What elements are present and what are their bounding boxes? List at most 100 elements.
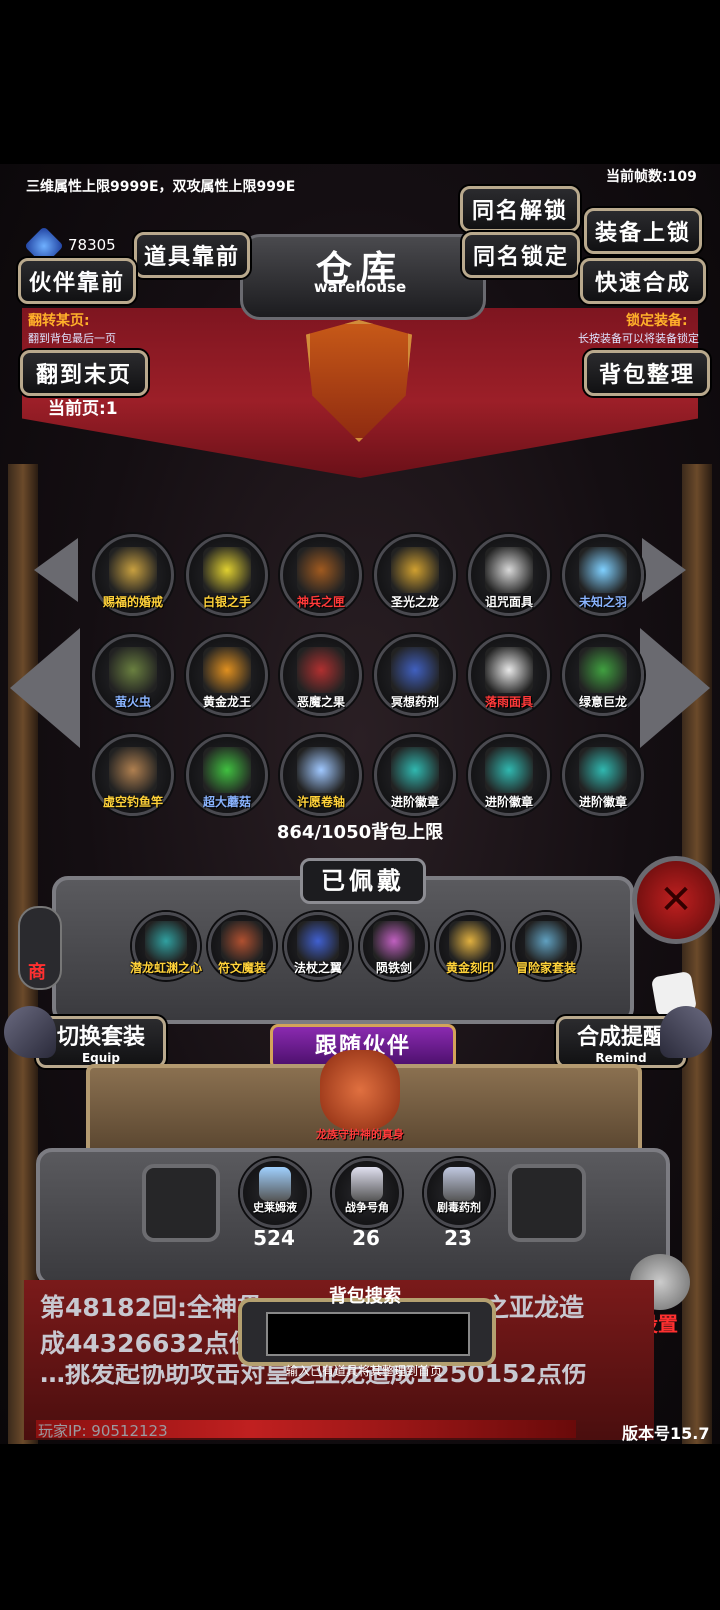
consumable-count: 26 (352, 1226, 380, 1250)
fps-text: 当前帧数:109 (606, 169, 697, 185)
equip-lock-button[interactable]: 装备上锁 (584, 208, 702, 254)
inventory-item[interactable]: 白银之手 (186, 534, 268, 616)
star-badge-icon (391, 747, 439, 793)
scroll-icon (297, 747, 345, 793)
inventory-item-label: 圣光之龙 (390, 595, 439, 609)
player-ip: 玩家IP: 90512123 (38, 1422, 168, 1440)
search-title: 背包搜索 (329, 1286, 401, 1307)
consumable-label: 剧毒药剂 (437, 1201, 481, 1214)
inventory-item-label: 白银之手 (202, 595, 251, 609)
inventory-item[interactable]: 冥想药剂 (374, 634, 456, 716)
inventory-item-label: 许愿卷轴 (296, 795, 345, 809)
poison-bottle-icon (443, 1167, 475, 1201)
inventory-item[interactable]: 赐福的婚戒 (92, 534, 174, 616)
inventory-item[interactable]: 虚空钓鱼竿 (92, 734, 174, 816)
consumable-count: 524 (253, 1226, 295, 1250)
white-mask-icon (485, 647, 533, 693)
dragon-icon (391, 547, 439, 593)
inventory-item-label: 进阶徽章 (390, 795, 439, 809)
partner-front-button[interactable]: 伙伴靠前 (18, 258, 136, 304)
staff-icon (297, 921, 339, 961)
right-frame (682, 464, 712, 1444)
inventory-item-label: 冥想药剂 (390, 695, 439, 709)
inventory-item[interactable]: 超大蘑菇 (186, 734, 268, 816)
inventory-item[interactable]: 圣光之龙 (374, 534, 456, 616)
combine-remind-label: 合成提醒 (576, 1025, 665, 1050)
inventory-item-label: 绿意巨龙 (578, 695, 627, 709)
star-badge-icon (579, 747, 627, 793)
inventory-item-label: 落雨面具 (484, 695, 533, 709)
consumable-slot[interactable]: 战争号角 (332, 1158, 402, 1228)
partner-dragon-icon[interactable] (320, 1050, 400, 1130)
consumable-slot[interactable]: 剧毒药剂 (424, 1158, 494, 1228)
fruit-icon (297, 647, 345, 693)
equipped-item[interactable]: 冒险家套装 (512, 912, 580, 980)
inventory-item[interactable]: 未知之羽 (562, 534, 644, 616)
current-page: 当前页:1 (48, 399, 118, 419)
star-badge-icon (485, 747, 533, 793)
search-input[interactable] (266, 1312, 470, 1356)
consumable-label: 史莱姆液 (253, 1201, 297, 1214)
helmet-left-icon (4, 1006, 56, 1058)
equipped-item[interactable]: 潜龙虹渊之心 (130, 912, 202, 980)
same-name-lock-button[interactable]: 同名锁定 (462, 232, 580, 278)
equipped-item[interactable]: 陨铁剑 (360, 912, 428, 980)
empty-slot-left[interactable] (142, 1164, 220, 1242)
inventory-item[interactable]: 许愿卷轴 (280, 734, 362, 816)
inventory-item-label: 进阶徽章 (484, 795, 533, 809)
inventory-item[interactable]: 进阶徽章 (374, 734, 456, 816)
potion-icon (391, 647, 439, 693)
inventory-item-label: 虚空钓鱼竿 (102, 795, 163, 809)
horn-icon (351, 1167, 383, 1201)
inventory-item[interactable]: 萤火虫 (92, 634, 174, 716)
last-page-button[interactable]: 翻到末页 (20, 350, 148, 396)
inventory-item[interactable]: 神兵之匣 (280, 534, 362, 616)
log-line1: 第48182回:全神贯 (40, 1293, 262, 1322)
same-name-unlock-button[interactable]: 同名解锁 (460, 186, 580, 232)
sword-icon (373, 921, 415, 961)
inventory-item[interactable]: 绿意巨龙 (562, 634, 644, 716)
log-line1b: 之亚龙造 (484, 1293, 585, 1322)
inventory-item[interactable]: 诅咒面具 (468, 534, 550, 616)
clock-icon (449, 921, 491, 961)
inventory-item-label: 赐福的婚戒 (102, 595, 163, 609)
equipped-item[interactable]: 符文魔装 (208, 912, 276, 980)
switch-set-sub: Equip (81, 1051, 121, 1065)
close-icon[interactable]: ✕ (632, 856, 720, 944)
lock-equip-title: 锁定装备: (626, 313, 688, 329)
page-jump-desc: 翻到背包最后一页 (28, 332, 116, 345)
empty-slot-right[interactable] (508, 1164, 586, 1242)
inventory-item-label: 超大蘑菇 (202, 795, 251, 809)
gem-count: 78305 (68, 236, 116, 254)
slime-bottle-icon (259, 1167, 291, 1201)
inventory-item[interactable]: 落雨面具 (468, 634, 550, 716)
inventory-item-label: 神兵之匣 (296, 595, 345, 609)
inventory-item[interactable]: 恶魔之果 (280, 634, 362, 716)
inventory-item[interactable]: 黄金龙王 (186, 634, 268, 716)
quick-combine-button[interactable]: 快速合成 (580, 258, 706, 304)
crystal-icon (145, 921, 187, 961)
lock-equip-desc: 长按装备可以将装备锁定 (578, 332, 699, 345)
mushroom-icon (203, 747, 251, 793)
ring-icon (109, 547, 157, 593)
inventory-item-label: 萤火虫 (114, 695, 151, 709)
shop-label[interactable]: 商 (28, 958, 46, 984)
version: 版本号15.7 (622, 1424, 710, 1443)
inventory-item[interactable]: 进阶徽章 (468, 734, 550, 816)
items-front-button[interactable]: 道具靠前 (134, 232, 250, 278)
equipped-title: 已佩戴 (300, 858, 426, 904)
chest-icon (297, 547, 345, 593)
consumable-slot[interactable]: 史莱姆液 (240, 1158, 310, 1228)
equipped-item[interactable]: 黄金刻印 (436, 912, 504, 980)
prev-page-small-arrow-icon[interactable] (34, 538, 78, 602)
equipped-item[interactable]: 法杖之翼 (284, 912, 352, 980)
sort-bag-button[interactable]: 背包整理 (584, 350, 710, 396)
consumable-label: 战争号角 (345, 1201, 389, 1214)
helmet-right-icon (660, 1006, 712, 1058)
inventory-item-label: 恶魔之果 (296, 695, 345, 709)
armor-icon (221, 921, 263, 961)
inventory-item-label: 诅咒面具 (484, 595, 533, 609)
inventory-item[interactable]: 进阶徽章 (562, 734, 644, 816)
game-screen: 三维属性上限9999E，双攻属性上限999E 当前帧数:109 78305 仓库… (0, 164, 720, 1444)
switch-set-label: 切换套装 (56, 1025, 145, 1050)
